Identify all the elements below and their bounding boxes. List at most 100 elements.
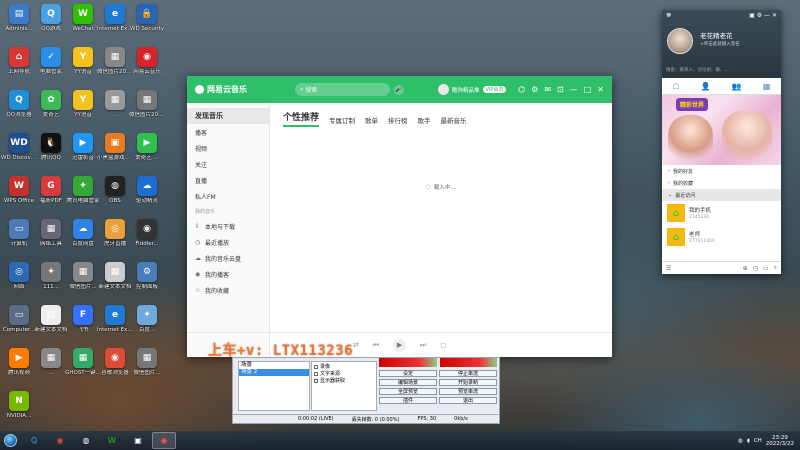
settings-icon[interactable]: ⚙ [757,12,762,19]
desktop-icon[interactable]: Q QQ游戏 [34,4,68,32]
desktop-icon[interactable]: ▦ GHOST一键... [65,348,101,376]
preview-stream-button[interactable]: 预览串流 [439,388,497,395]
close-button[interactable]: ✕ [597,85,604,94]
skin-icon[interactable]: ▣ [749,12,755,19]
desktop-icon[interactable]: Y YY语音 [66,47,100,75]
sidebar-item-discover[interactable]: 发现音乐 [187,108,269,124]
group-my-friends[interactable]: › 我的好友 [662,165,781,177]
desktop-icon[interactable]: ◉ 网易云音乐 [130,47,164,75]
exit-button[interactable]: 退出 [439,397,497,404]
group-icon[interactable]: 👥 [732,82,742,91]
desktop-icon[interactable]: F 飞书 [66,305,100,333]
clock[interactable]: 23:29 2022/3/22 [766,435,794,447]
tab-new-music[interactable]: 最新音乐 [441,115,467,127]
tab-artists[interactable]: 歌手 [418,115,431,127]
desktop-icon[interactable]: ▭ Computer... [2,305,36,333]
edit-scene-button[interactable]: 编辑场景 [379,379,437,386]
ad-banner[interactable]: 精彩世界 [662,95,781,165]
desktop-icon[interactable]: ◉ Fiddler... [130,219,164,247]
close-button[interactable]: ✕ [772,12,777,19]
sidebar-item-my-music[interactable]: ◉ 我的播客 [187,266,269,282]
volume-icon[interactable]: ◖ [747,438,750,444]
desktop-icon[interactable]: W WPS Office [2,176,36,204]
tab-playlists[interactable]: 歌单 [365,115,378,127]
desktop-icon[interactable]: ▦ 微信图片2021... [129,90,165,118]
sidebar-item-video[interactable]: 视频 [187,140,269,156]
menu-icon[interactable]: ☰ [666,265,671,272]
sidebar-item-podcast[interactable]: 播客 [187,124,269,140]
contact-icon[interactable]: 👤 [701,82,711,91]
desktop-icon[interactable]: e Internet Explorer [97,305,133,333]
desktop-icon[interactable]: N NVIDIA... [2,391,36,419]
sidebar-item-my-music[interactable]: ☆ 我的收藏 [187,282,269,298]
taskbar-app-wechat[interactable]: W [100,432,124,449]
list-item[interactable]: 显示器获取 [312,377,376,384]
desktop-icon[interactable]: ▤ Adminis... [2,4,36,32]
desktop-icon[interactable]: ☁ 百度网盘 [66,219,100,247]
search-input[interactable]: 搜索：联系人、讨论组、群、... [666,67,729,73]
desktop-icon[interactable]: ◉ 谷歌浏览器 [98,348,132,376]
desktop-icon[interactable]: ▶ 爱奇艺 ... [130,133,164,161]
message-icon[interactable]: ✉ [544,85,551,94]
history-icon[interactable]: ◷ [753,265,758,272]
search-input[interactable]: ⌕ 搜索 [295,83,390,96]
list-item[interactable]: 场景 [239,362,309,369]
desktop-icon[interactable]: ◎ 虎牙直播 [98,219,132,247]
stop-stream-button[interactable]: 停止串流 [439,370,497,377]
sidebar-item-fm[interactable]: 私人FM [187,188,269,204]
next-track-icon[interactable]: ⏭ [420,341,426,350]
desktop-icon[interactable]: WD WD Discovery [1,133,37,161]
desktop-icon[interactable]: ▦ 微信图片20210... [97,47,133,75]
desktop-icon[interactable]: ▦ 新建文本文档 [98,262,132,290]
desktop-icon[interactable]: G 福昕PDF [34,176,68,204]
desktop-icon[interactable]: ✦ 腾讯电脑管家 [66,176,100,204]
desktop-icon[interactable]: ▦... [34,348,68,376]
home-icon[interactable]: ☖ [673,82,680,91]
desktop-icon[interactable]: ☁ 驱动精灵 [130,176,164,204]
mini-mode-icon[interactable]: ⊡ [557,85,564,94]
start-record-button[interactable]: 开始录制 [439,379,497,386]
qq-signature[interactable]: ≈单击此处输入签名 [700,41,740,47]
checkbox[interactable] [314,371,318,376]
sidebar-item-follow[interactable]: 关注 [187,156,269,172]
lyrics-icon[interactable]: ◻ [440,341,446,349]
list-item[interactable]: ⌂ 我的手机 2145230 [662,201,781,225]
app-logo[interactable]: 网易云音乐 [195,84,295,95]
desktop-icon[interactable]: 🐧 腾讯QQ [34,133,68,161]
list-item[interactable]: 场景 2 [239,369,309,376]
shuffle-icon[interactable]: ⇄ [353,341,359,349]
skin-icon[interactable]: ⌬ [518,85,525,94]
desktop-icon[interactable]: ▦ 微信图片... [130,348,164,376]
desktop-icon[interactable]: ▶ 迅雷影音 [66,133,100,161]
find-icon[interactable]: ⌕ [774,264,777,272]
desktop-icon[interactable]: ◍ OBS [98,176,132,204]
previous-track-icon[interactable]: ⏮ [373,341,379,350]
vip-badge[interactable]: VIP会员 [482,86,507,93]
maximize-button[interactable]: □ [584,85,592,94]
desktop-icon[interactable]: Q QQ浏览器 [2,90,36,118]
taskbar-app-qq-browser[interactable]: Q [22,432,46,449]
play-button[interactable]: ▶ [393,338,407,352]
microphone-icon[interactable]: 🎤 [394,84,404,95]
desktop-icon[interactable]: ◎ 网络 [2,262,36,290]
list-item[interactable]: ⌂ 老师 277011300 [662,225,781,249]
desktop-icon[interactable]: ⌂ 上网导航 [2,47,36,75]
desktop-icon[interactable]: ▦... [98,90,132,118]
desktop-icon[interactable]: W WeChat [66,4,100,32]
desktop-icon[interactable]: ▦ 网络工具 [34,219,68,247]
sidebar-item-live[interactable]: 直播 [187,172,269,188]
network-icon[interactable]: ◍ [738,438,743,444]
group-favorites[interactable]: › 我的收藏 [662,177,781,189]
desktop-icon[interactable]: e Internet Explorer [97,4,133,32]
taskbar-app-obs[interactable]: ◍ [74,432,98,449]
fullscreen-preview-button[interactable]: 全屏预览 [379,388,437,395]
desktop-icon[interactable]: ▦ 微信图片... [66,262,100,290]
desktop-icon[interactable]: 🔒 WD Security [130,4,164,32]
minimize-button[interactable]: — [570,85,578,94]
tab-custom[interactable]: 专属订制 [329,115,355,127]
input-method[interactable]: CH [754,438,762,444]
desktop-icon[interactable]: Y YY语音 [66,90,100,118]
sidebar-item-my-music[interactable]: ☁ 我的音乐云盘 [187,250,269,266]
desktop-icon[interactable]: ▶ 腾讯视频 [2,348,36,376]
start-button[interactable] [0,431,20,450]
